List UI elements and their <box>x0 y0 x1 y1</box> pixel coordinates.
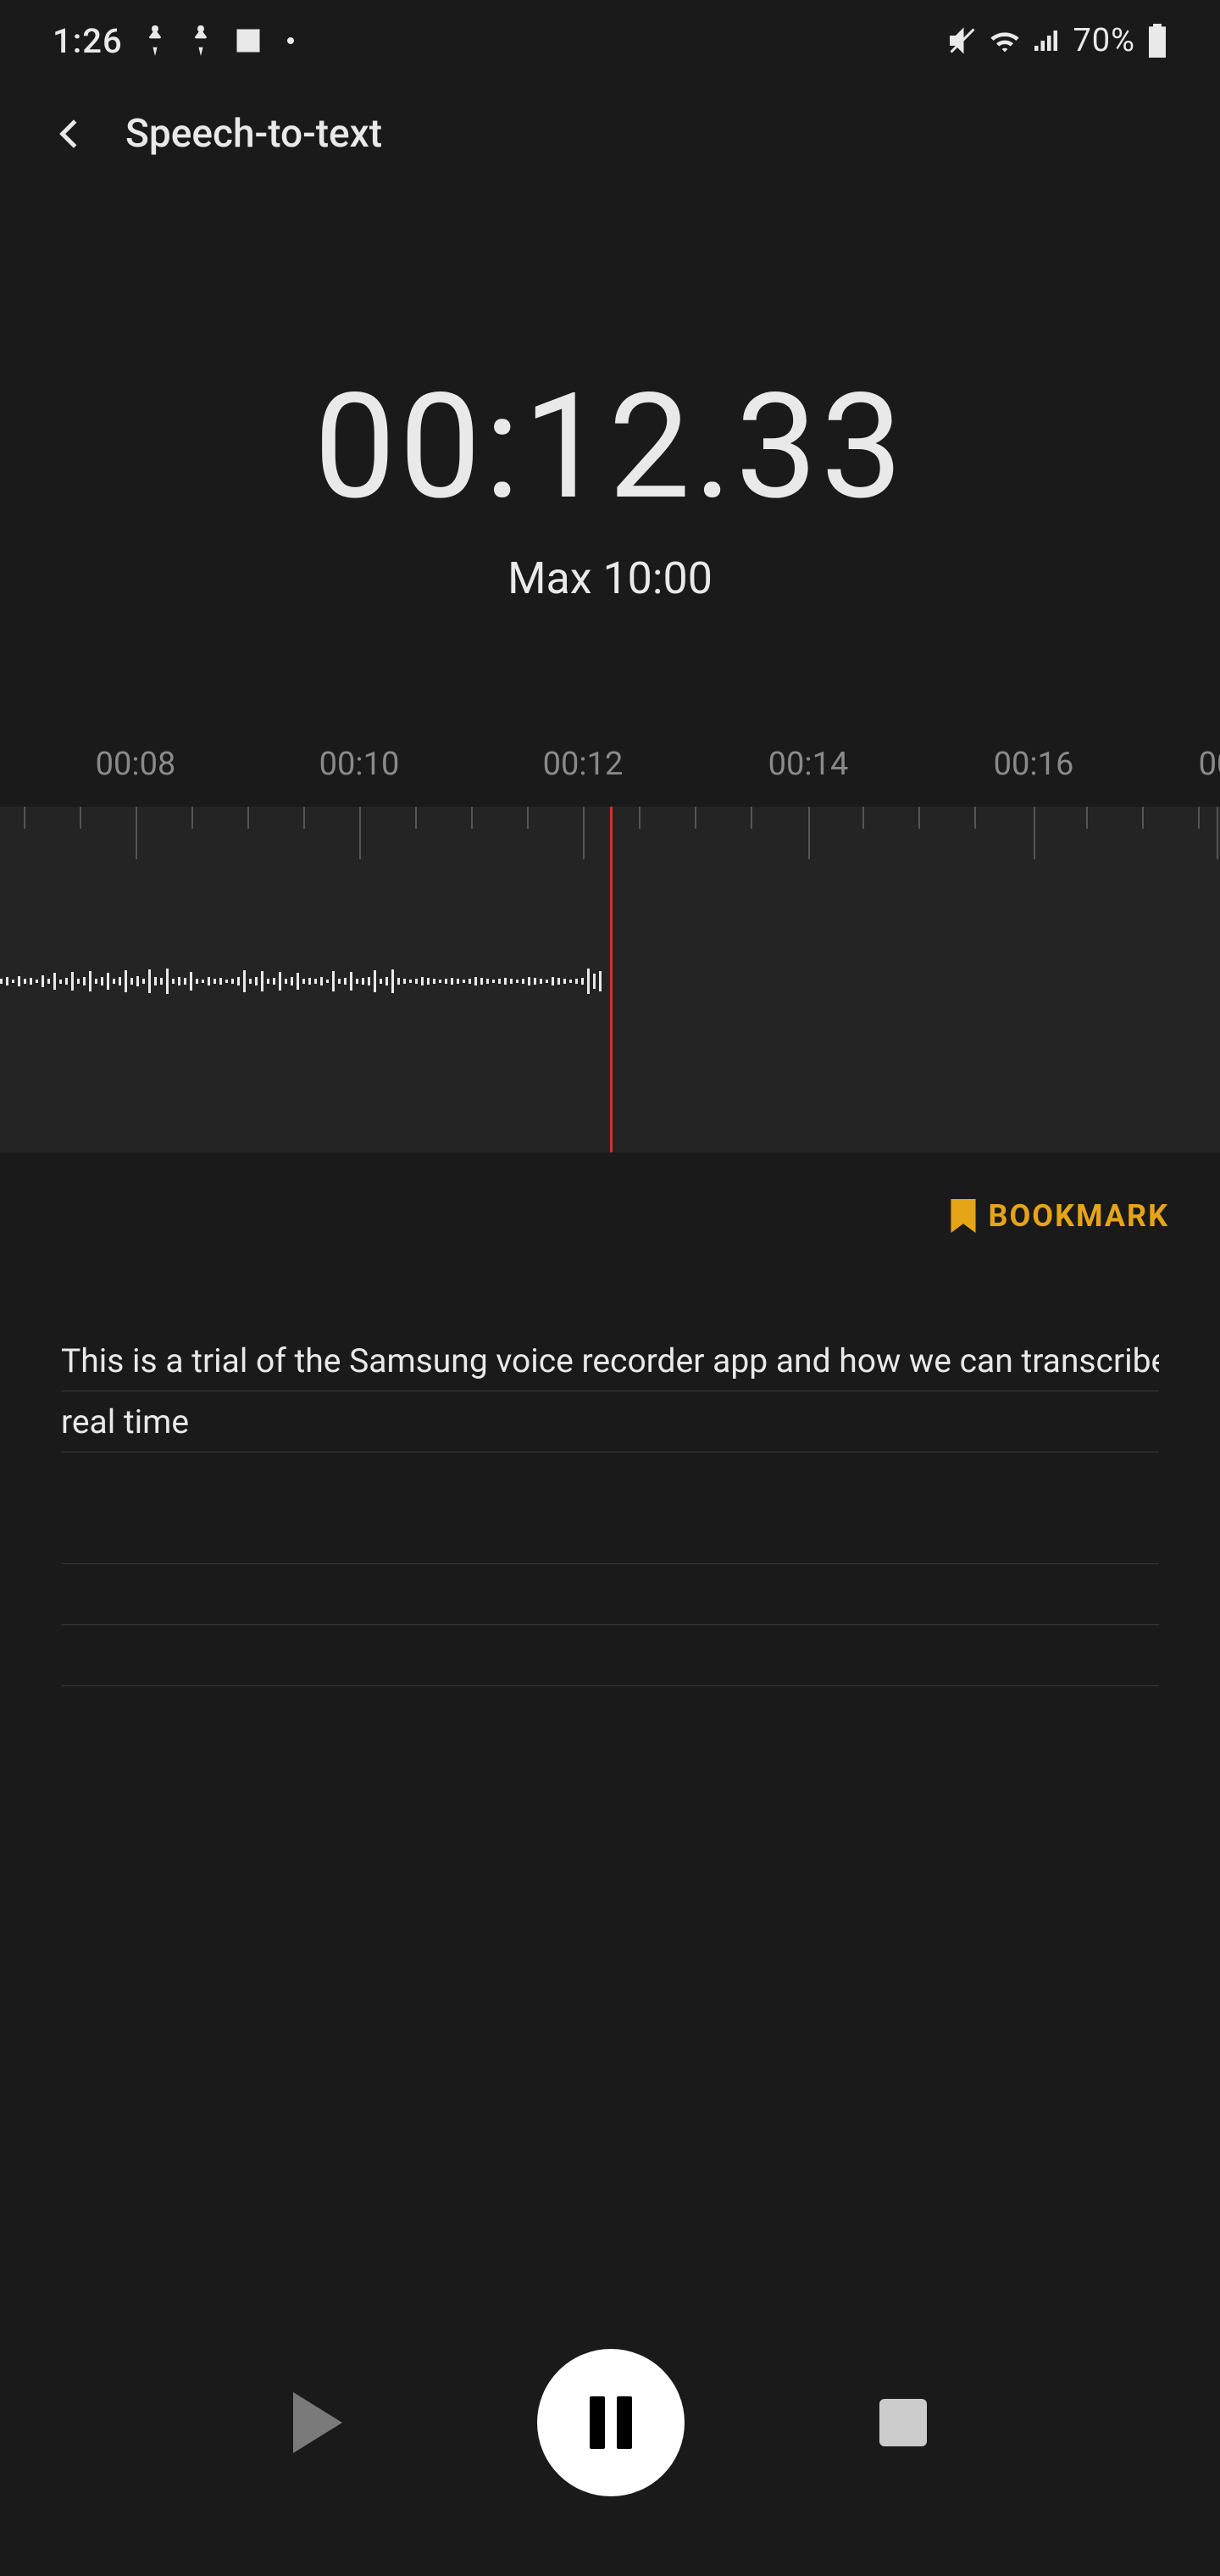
ruler-major-tick <box>136 807 137 859</box>
status-bar-left: 1:26 <box>53 21 294 61</box>
ruler-label: 00:14 <box>768 746 849 783</box>
ruler-label: 00 <box>1199 746 1220 783</box>
playhead <box>610 807 613 1152</box>
ruler-minor-tick <box>751 807 752 829</box>
status-clock: 1:26 <box>53 21 123 61</box>
wifi-icon <box>988 25 1022 56</box>
back-icon[interactable] <box>53 117 86 151</box>
transport-controls <box>0 2349 1220 2496</box>
mute-icon <box>947 25 978 56</box>
ruler-minor-tick <box>695 807 696 829</box>
timer-max-label: Max 10:00 <box>0 552 1220 604</box>
ruler-minor-tick <box>191 807 193 829</box>
pause-button[interactable] <box>537 2349 685 2496</box>
ruler-minor-tick <box>247 807 249 829</box>
screen-title: Speech-to-text <box>125 111 382 157</box>
ruler-minor-tick <box>80 807 81 829</box>
ruler-label: 00:12 <box>543 746 624 783</box>
transcript-line <box>61 1564 1159 1625</box>
notification-icon <box>187 25 214 56</box>
ruler-minor-tick <box>527 807 529 829</box>
timer-block: 00:12.33 Max 10:00 <box>0 186 1220 604</box>
ruler-minor-tick <box>862 807 864 829</box>
ruler-minor-tick <box>639 807 640 829</box>
ruler-minor-tick <box>1198 807 1200 829</box>
ruler-minor-tick <box>415 807 417 829</box>
ruler-minor-tick <box>974 807 976 829</box>
transcript-line <box>61 1503 1159 1564</box>
battery-percent-text: 70% <box>1073 22 1135 59</box>
ruler-major-tick <box>1034 807 1035 859</box>
transcript-line <box>61 1625 1159 1686</box>
ruler-label: 00:16 <box>994 746 1074 783</box>
ruler-minor-tick <box>303 807 305 829</box>
ruler-label: 00:10 <box>319 746 400 783</box>
ruler-minor-tick <box>918 807 920 829</box>
cellular-icon <box>1032 25 1062 56</box>
ruler-label: 00:08 <box>96 746 176 783</box>
status-bar: 1:26 70% <box>0 0 1220 81</box>
notification-icon <box>141 25 169 56</box>
bookmark-button[interactable]: BOOKMARK <box>950 1198 1169 1234</box>
ruler-minor-tick <box>1142 807 1144 829</box>
ruler-minor-tick <box>24 807 25 829</box>
timer-value: 00:12.33 <box>0 361 1220 532</box>
battery-icon <box>1145 24 1169 58</box>
transcript-area: This is a trial of the Samsung voice rec… <box>61 1330 1159 1686</box>
ruler-major-tick <box>808 807 810 859</box>
app-header: Speech-to-text <box>0 81 1220 186</box>
transcript-line: real time <box>61 1391 1159 1452</box>
ruler-major-tick <box>359 807 361 859</box>
stop-button[interactable] <box>879 2399 927 2446</box>
ruler-major-tick <box>583 807 585 859</box>
play-button[interactable] <box>293 2392 342 2453</box>
gallery-icon <box>233 25 263 56</box>
ruler-major-tick <box>1217 807 1218 859</box>
waveform-panel[interactable] <box>0 807 1220 1152</box>
ruler-minor-tick <box>471 807 473 829</box>
waveform <box>0 964 610 998</box>
ruler-labels: 00:08 00:10 00:12 00:14 00:16 00 <box>0 746 1220 797</box>
bookmark-label: BOOKMARK <box>989 1198 1169 1234</box>
pause-icon <box>590 2396 632 2449</box>
status-bar-right: 70% <box>947 22 1169 59</box>
bookmark-icon <box>950 1199 977 1233</box>
ruler-minor-tick <box>1086 807 1088 829</box>
status-dot-icon <box>287 37 294 44</box>
transcript-line: This is a trial of the Samsung voice rec… <box>61 1330 1159 1391</box>
